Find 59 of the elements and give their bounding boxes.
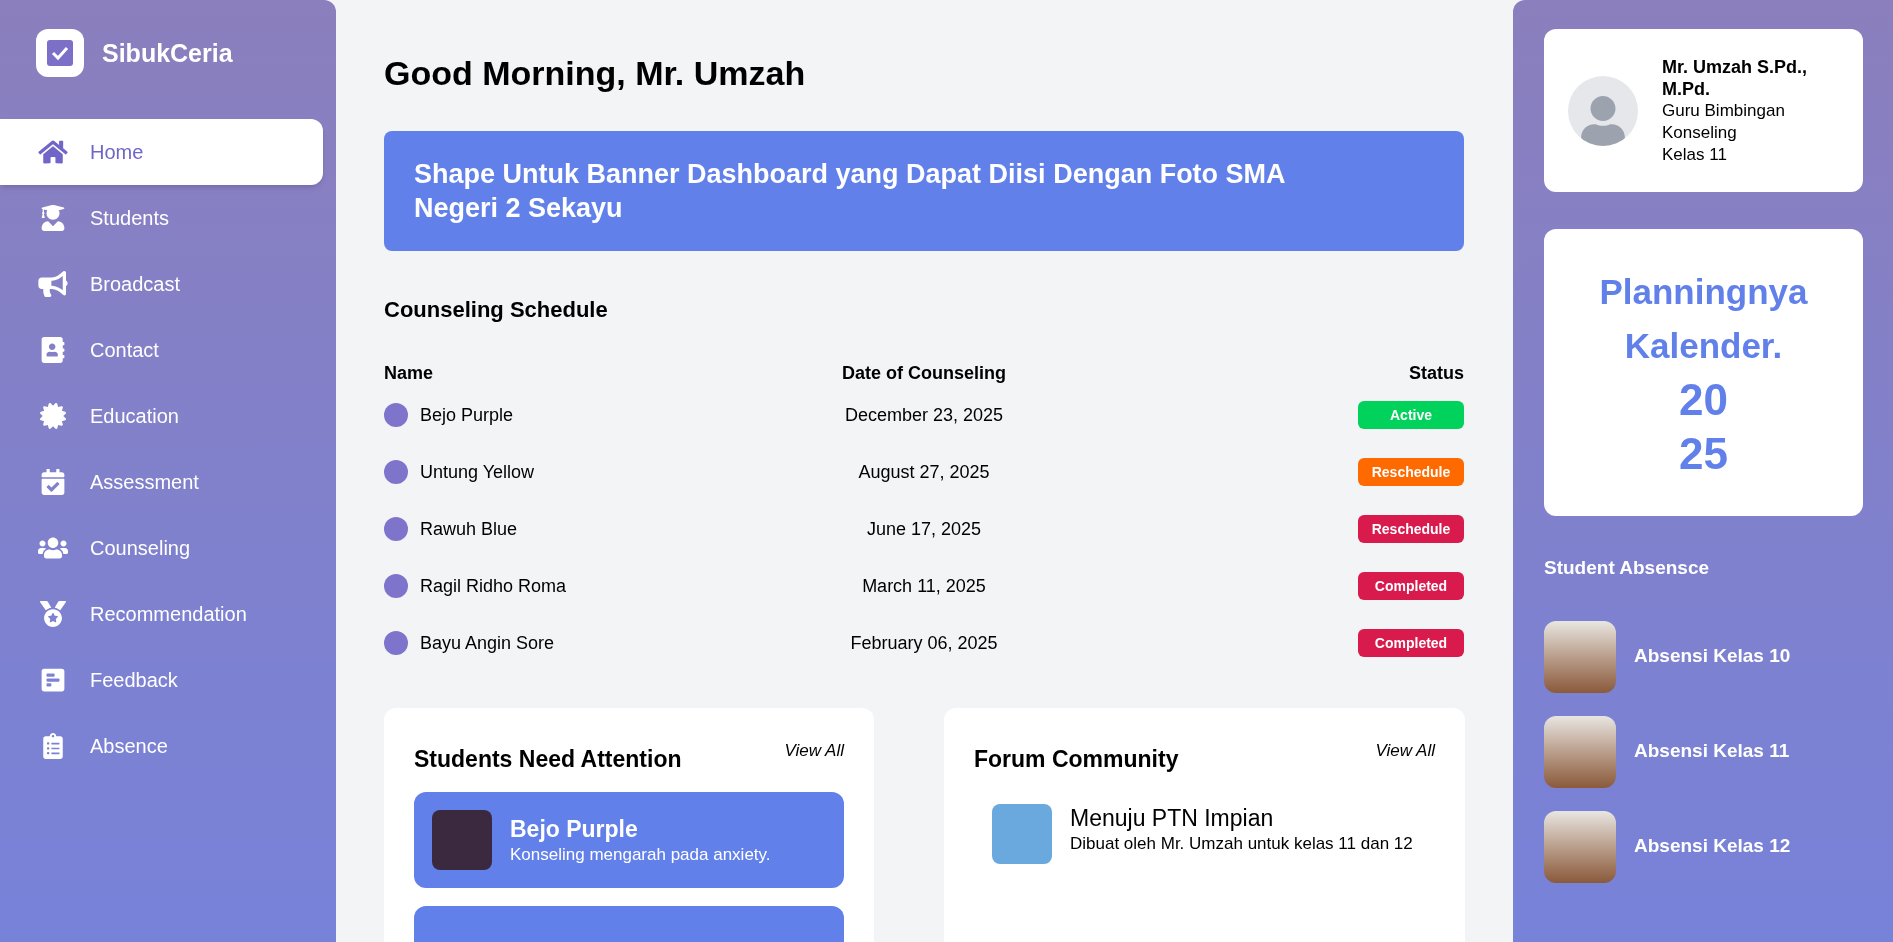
nav-item[interactable]: Recommendation [0, 581, 323, 647]
counseling-date: June 17, 2025 [866, 517, 982, 541]
megaphone-icon [38, 271, 68, 297]
status-badge: Reschedule [1358, 458, 1464, 486]
student-name: Untung Yellow [420, 460, 535, 484]
status-badge: Reschedule [1358, 515, 1464, 543]
banner: Shape Untuk Banner Dashboard yang Dapat Diisi Dengan Foto SMA Negeri 2 Sekayu [384, 130, 1464, 251]
greeting-heading: Good Morning, Mr. Umzah [384, 53, 807, 94]
medal-icon [38, 601, 68, 627]
building-photo-placeholder [992, 804, 1052, 864]
teacher-class: Kelas 11 [1662, 143, 1728, 166]
student-name: Bayu Angin Sore [420, 631, 555, 655]
logo-icon [36, 29, 84, 77]
status-badge: Active [1358, 401, 1464, 429]
counseling-date: August 27, 2025 [858, 460, 990, 484]
nav-item[interactable]: Counseling [0, 515, 323, 581]
student-name: Rawuh Blue [420, 517, 518, 541]
view-all-link[interactable]: View All [784, 737, 844, 763]
view-all-link[interactable]: View All [1375, 737, 1435, 763]
nav-item[interactable]: Contact [0, 317, 323, 383]
nav-item[interactable]: Broadcast [0, 251, 323, 317]
nav-item[interactable]: Feedback [0, 647, 323, 713]
class-attendance-link[interactable]: Absensi Kelas 12 [1544, 810, 1863, 883]
nav-item[interactable]: Home [0, 119, 323, 185]
forum-title[interactable]: Menuju PTN Impian [1070, 804, 1417, 833]
nav-item[interactable]: Education [0, 383, 323, 449]
column-header: Date of Counseling [842, 361, 1006, 385]
forum-description: Dibuat oleh Mr. Umzah untuk kelas 11 dan 12 [1070, 832, 1414, 854]
student-name: Ragil Ridho Roma [420, 574, 567, 598]
calendar-year: 25 [1679, 427, 1728, 480]
class-attendance-link[interactable]: Absensi Kelas 10 [1544, 620, 1863, 693]
status-badge: Completed [1358, 572, 1464, 600]
calendar-year: 20 [1679, 373, 1728, 426]
nav-item[interactable]: Students [0, 185, 323, 251]
column-header: Status [1409, 361, 1464, 385]
status-badge: Completed [1358, 629, 1464, 657]
student-note: Konseling mengarah pada anxiety. [510, 843, 771, 865]
calendar-title: Planningnya Kalender. [1598, 270, 1809, 367]
counseling-date: March 11, 2025 [862, 574, 986, 598]
house-icon [38, 139, 68, 165]
student-name: Bejo Purple [510, 815, 639, 844]
counseling-date: February 06, 2025 [850, 631, 998, 655]
brand-name: SibukCeria [102, 38, 233, 69]
group-icon [38, 535, 68, 561]
card-title: Forum Community [974, 744, 1179, 774]
badge-seal-icon [38, 403, 68, 429]
student-name: Bejo Purple [420, 403, 514, 427]
section-title: Counseling Schedule [384, 295, 609, 324]
card-title: Students Need Attention [414, 744, 682, 774]
counseling-date: December 23, 2025 [844, 403, 1004, 427]
avatar-placeholder [432, 810, 492, 870]
class-attendance-link[interactable]: Absensi Kelas 11 [1544, 715, 1863, 788]
column-header: Name [384, 361, 434, 385]
student-card[interactable]: Bejo Purple Konseling mengarah pada anxiety. [414, 792, 844, 888]
teacher-name: Mr. Umzah S.Pd., M.Pd. [1662, 55, 1809, 100]
nav-item[interactable]: Assessment [0, 449, 323, 515]
teacher-role: Guru Bimbingan Konseling [1662, 99, 1786, 144]
section-title: Student Absensce [1544, 556, 1711, 580]
nav-item[interactable]: Absence [0, 713, 323, 779]
